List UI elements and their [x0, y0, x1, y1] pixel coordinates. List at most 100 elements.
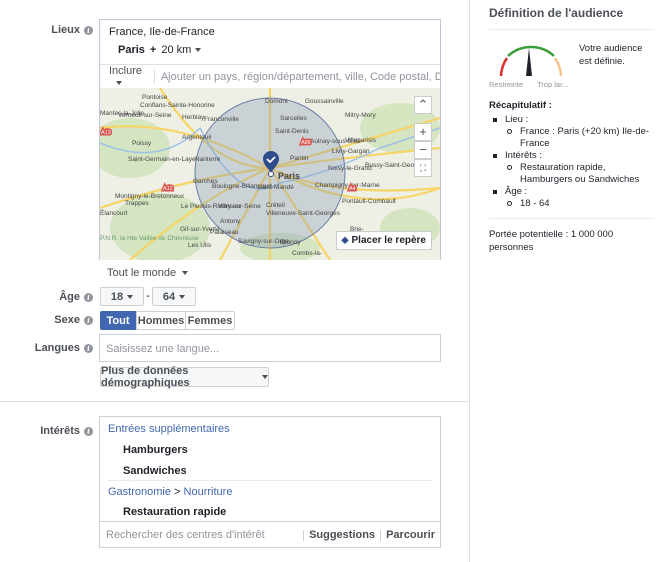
zoom-in-button[interactable]: + — [414, 123, 432, 141]
more-demographics-button[interactable]: Plus de données démographiques — [100, 365, 269, 389]
audience-scope-dropdown[interactable]: Tout le monde — [107, 267, 189, 279]
age-max-value: 64 — [162, 290, 176, 303]
info-icon[interactable]: i — [84, 343, 93, 353]
map-place-label: Savigny-sur-Orge — [238, 238, 289, 245]
age-max-dropdown[interactable]: 64 — [152, 287, 196, 306]
section-divider — [0, 401, 470, 402]
include-row: Inclure Ajouter un pays, région/départem… — [100, 64, 440, 88]
summary-list: Lieu : France : Paris (+20 km) Ile-de-Fra… — [489, 114, 654, 210]
location-city-row: Paris + 20 km — [118, 44, 202, 56]
age-min-value: 18 — [110, 290, 124, 303]
pin-icon: ⬥ — [341, 235, 349, 246]
map-place-label: Poissy — [132, 140, 152, 147]
map-place-label: Villeneuve-Saint-Georges — [266, 210, 341, 217]
bullet-icon — [493, 118, 497, 122]
map-place-label: Antony — [220, 218, 241, 225]
summary-item: Intérêts : Restauration rapide, Hamburger… — [489, 150, 654, 186]
interest-category-path[interactable]: Gastronomie > Nourriture — [108, 486, 232, 498]
road-sign: A13 — [101, 130, 111, 136]
breadcrumb-part[interactable]: Gastronomie — [108, 486, 171, 498]
map-place-label: Saint-Germain-en-Laye — [128, 156, 196, 163]
breadcrumb-part[interactable]: Nourriture — [184, 486, 233, 498]
gauge-high-label: Trop lar... — [537, 80, 569, 89]
zoom-out-button[interactable]: − — [414, 141, 432, 159]
summary-item: Lieu : France : Paris (+20 km) Ile-de-Fra… — [489, 114, 654, 150]
map-place-label: Trappes — [125, 200, 149, 207]
summary-title: Récapitulatif : — [489, 100, 552, 111]
collapse-map-button[interactable]: ⌃ — [414, 96, 432, 114]
map-place-label: Mitry-Mory — [345, 112, 376, 119]
map-place-label: Saint-Mandé — [257, 184, 294, 191]
info-icon[interactable]: i — [84, 426, 93, 436]
map-place-label: Argenteuil — [182, 134, 212, 141]
label-text: Sexe — [54, 314, 80, 326]
bullet-icon — [493, 190, 497, 194]
map-place-label: Créteil — [266, 202, 285, 209]
place-pin-label: Placer le repère — [351, 235, 427, 246]
label-text: Lieux — [51, 24, 80, 36]
location-search-input[interactable]: Ajouter un pays, région/département, vil… — [161, 71, 440, 83]
interests-search-input[interactable]: Rechercher des centres d'intérêt — [106, 529, 303, 541]
caret-down-icon — [262, 375, 268, 379]
caret-down-icon — [116, 80, 122, 85]
gender-men-button[interactable]: Hommes — [136, 311, 186, 330]
map-place-label: Pontoise — [142, 94, 168, 101]
label-text: Intérêts — [40, 425, 80, 437]
map-place-label: Domont — [265, 98, 288, 105]
summary-label: Lieu : — [505, 114, 529, 125]
interest-item[interactable]: Hamburgers — [123, 444, 188, 456]
bullet-icon — [493, 154, 497, 158]
caret-down-icon — [179, 294, 186, 299]
interest-item[interactable]: Restauration rapide — [123, 506, 226, 518]
map-place-label: Villeparisis — [345, 137, 377, 144]
interests-search-row: Rechercher des centres d'intérêt Suggest… — [100, 521, 440, 548]
label-text: Langues — [34, 342, 80, 354]
place-pin-button[interactable]: ⬥ Placer le repère — [335, 231, 432, 250]
more-demographics-label: Plus de données démographiques — [101, 365, 190, 389]
gender-women-button[interactable]: Femmes — [185, 311, 235, 330]
age-dash: - — [146, 290, 150, 302]
summary-value: 18 - 64 — [520, 198, 550, 209]
caret-down-icon — [182, 271, 189, 276]
bullet-icon — [507, 129, 512, 134]
gauge-needle-icon — [526, 48, 532, 76]
location-map[interactable]: Pontoise Conflans-Sainte-Honorine Mantes-l… — [100, 88, 440, 260]
info-icon[interactable]: i — [84, 292, 93, 302]
map-place-label: Pantin — [290, 155, 309, 162]
languages-label: Langues i — [35, 342, 93, 354]
map-place-label: Nanterre — [195, 156, 221, 163]
road-sign: A4 — [349, 186, 356, 192]
breadcrumb-separator: > — [170, 486, 184, 498]
browse-link[interactable]: Parcourir — [386, 529, 435, 541]
summary-item: Âge :18 - 64 — [489, 186, 654, 210]
road-sign: A86 — [301, 140, 311, 146]
interest-item[interactable]: Sandwiches — [123, 465, 187, 477]
map-place-label: Herblay — [182, 114, 205, 121]
caret-down-icon — [195, 48, 202, 53]
location-city: Paris — [118, 44, 145, 56]
summary-label: Âge : — [505, 186, 528, 197]
summary-value: Restauration rapide, Hamburgers ou Sandw… — [520, 162, 640, 185]
interests-box: Entrées supplémentaires Hamburgers Sandw… — [99, 416, 441, 548]
bullet-icon — [507, 165, 512, 170]
info-icon[interactable]: i — [84, 25, 93, 35]
gender-all-button[interactable]: Tout — [100, 311, 136, 330]
languages-input[interactable]: Saisissez une langue... — [99, 334, 441, 362]
info-icon[interactable]: i — [84, 315, 93, 325]
map-place-label: Montigny-le-Bretonneux — [115, 193, 185, 200]
radius-dropdown[interactable]: 20 km — [161, 44, 202, 56]
interest-category[interactable]: Entrées supplémentaires — [108, 423, 230, 435]
include-label: Inclure — [109, 64, 143, 77]
map-place-label: Franconville — [204, 116, 239, 123]
age-min-dropdown[interactable]: 18 — [100, 287, 144, 306]
map-place-label: P.N.R. la Hte Vallée de Chevreuse — [100, 235, 199, 242]
map-place-label: Paris — [278, 171, 300, 181]
include-dropdown[interactable]: Inclure — [109, 65, 148, 89]
suggestions-link[interactable]: Suggestions — [309, 529, 375, 541]
age-label: Âge i — [59, 291, 93, 303]
map-place-label: Les Ulis — [188, 242, 212, 249]
bullet-icon — [507, 201, 512, 206]
fit-bounds-button[interactable]: ⛶ — [414, 159, 432, 177]
map-place-label: Palaiseau — [210, 229, 239, 236]
audience-status: Votre audience est définie. — [579, 43, 643, 67]
